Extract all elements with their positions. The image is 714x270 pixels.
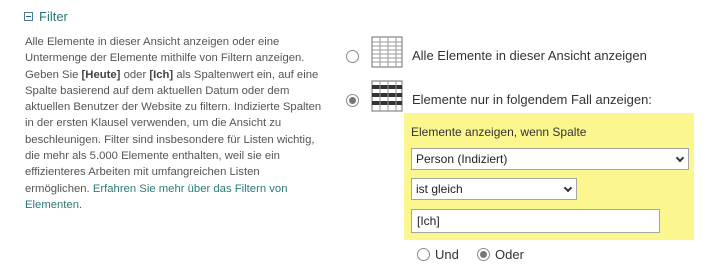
radio-show-filtered[interactable] — [346, 94, 359, 107]
option-show-filtered-label[interactable]: Elemente nur in folgendem Fall anzeigen: — [412, 92, 652, 107]
chevron-down-icon — [563, 183, 573, 193]
logic-and-option[interactable]: Und — [417, 247, 459, 262]
radio-or[interactable] — [477, 248, 490, 261]
operator-select[interactable]: ist gleich — [411, 178, 577, 200]
section-title: Filter — [39, 9, 68, 24]
filter-description: Alle Elemente in dieser Ansicht anzeigen… — [25, 34, 325, 213]
token-heute: [Heute] — [81, 68, 121, 81]
collapse-minus-icon[interactable] — [24, 12, 33, 21]
table-all-icon — [371, 36, 403, 68]
logic-or-label[interactable]: Oder — [495, 247, 524, 262]
column-select[interactable]: Person (Indiziert) — [411, 148, 689, 170]
logic-or-option[interactable]: Oder — [477, 247, 524, 262]
token-ich: [Ich] — [149, 68, 174, 81]
filter-clause-panel: Elemente anzeigen, wenn Spalte Person (I… — [404, 113, 694, 240]
radio-show-all[interactable] — [346, 50, 359, 63]
description-text-2: oder — [120, 68, 150, 81]
logic-and-label[interactable]: Und — [435, 247, 459, 262]
operator-select-value: ist gleich — [416, 182, 463, 196]
column-select-value: Person (Indiziert) — [416, 152, 508, 166]
filter-value-text: [Ich] — [417, 214, 440, 228]
filter-value-input[interactable]: [Ich] — [411, 209, 660, 233]
description-end: . — [79, 198, 83, 211]
filter-section-header[interactable]: Filter — [24, 9, 68, 24]
description-text-3: als Spaltenwert ein, auf eine Spalte bas… — [25, 68, 322, 195]
filter-clause-title: Elemente anzeigen, wenn Spalte — [411, 125, 587, 139]
chevron-down-icon — [675, 153, 685, 163]
option-show-all-label[interactable]: Alle Elemente in dieser Ansicht anzeigen — [412, 48, 647, 63]
radio-and[interactable] — [417, 248, 430, 261]
table-filtered-icon — [371, 80, 403, 112]
